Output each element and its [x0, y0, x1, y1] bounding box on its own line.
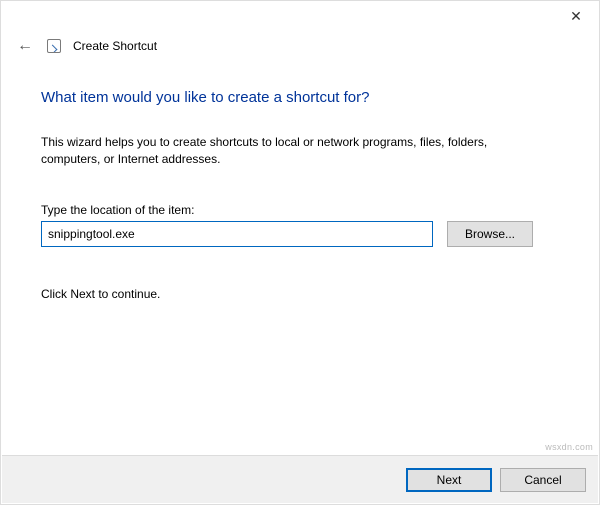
close-icon[interactable]: ✕: [553, 1, 599, 31]
location-input[interactable]: [41, 221, 433, 247]
next-button[interactable]: Next: [406, 468, 492, 492]
wizard-header: ← Create Shortcut: [1, 31, 599, 61]
title-bar: ✕: [1, 1, 599, 31]
explain-text: This wizard helps you to create shortcut…: [41, 134, 511, 169]
page-heading: What item would you like to create a sho…: [41, 89, 559, 106]
location-row: Browse...: [41, 221, 559, 247]
back-arrow-icon[interactable]: ←: [15, 37, 35, 55]
wizard-content: What item would you like to create a sho…: [1, 61, 599, 301]
wizard-title: Create Shortcut: [73, 39, 157, 53]
wizard-footer: Next Cancel: [2, 455, 598, 503]
watermark: wsxdn.com: [545, 442, 593, 452]
location-label: Type the location of the item:: [41, 203, 559, 217]
shortcut-icon: [47, 39, 61, 53]
browse-button[interactable]: Browse...: [447, 221, 533, 247]
continue-text: Click Next to continue.: [41, 287, 559, 301]
cancel-button[interactable]: Cancel: [500, 468, 586, 492]
